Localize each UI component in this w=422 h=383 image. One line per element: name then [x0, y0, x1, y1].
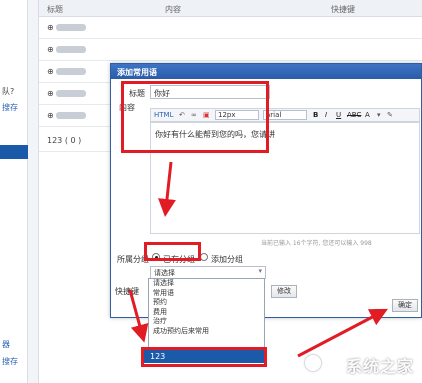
arrow-to-option — [128, 289, 149, 343]
arrow-to-confirm — [297, 308, 388, 358]
annotation-arrows — [128, 161, 388, 358]
watermark-logo — [305, 355, 321, 371]
arrow-down — [158, 161, 176, 217]
watermark: 系统之家 — [345, 357, 414, 376]
